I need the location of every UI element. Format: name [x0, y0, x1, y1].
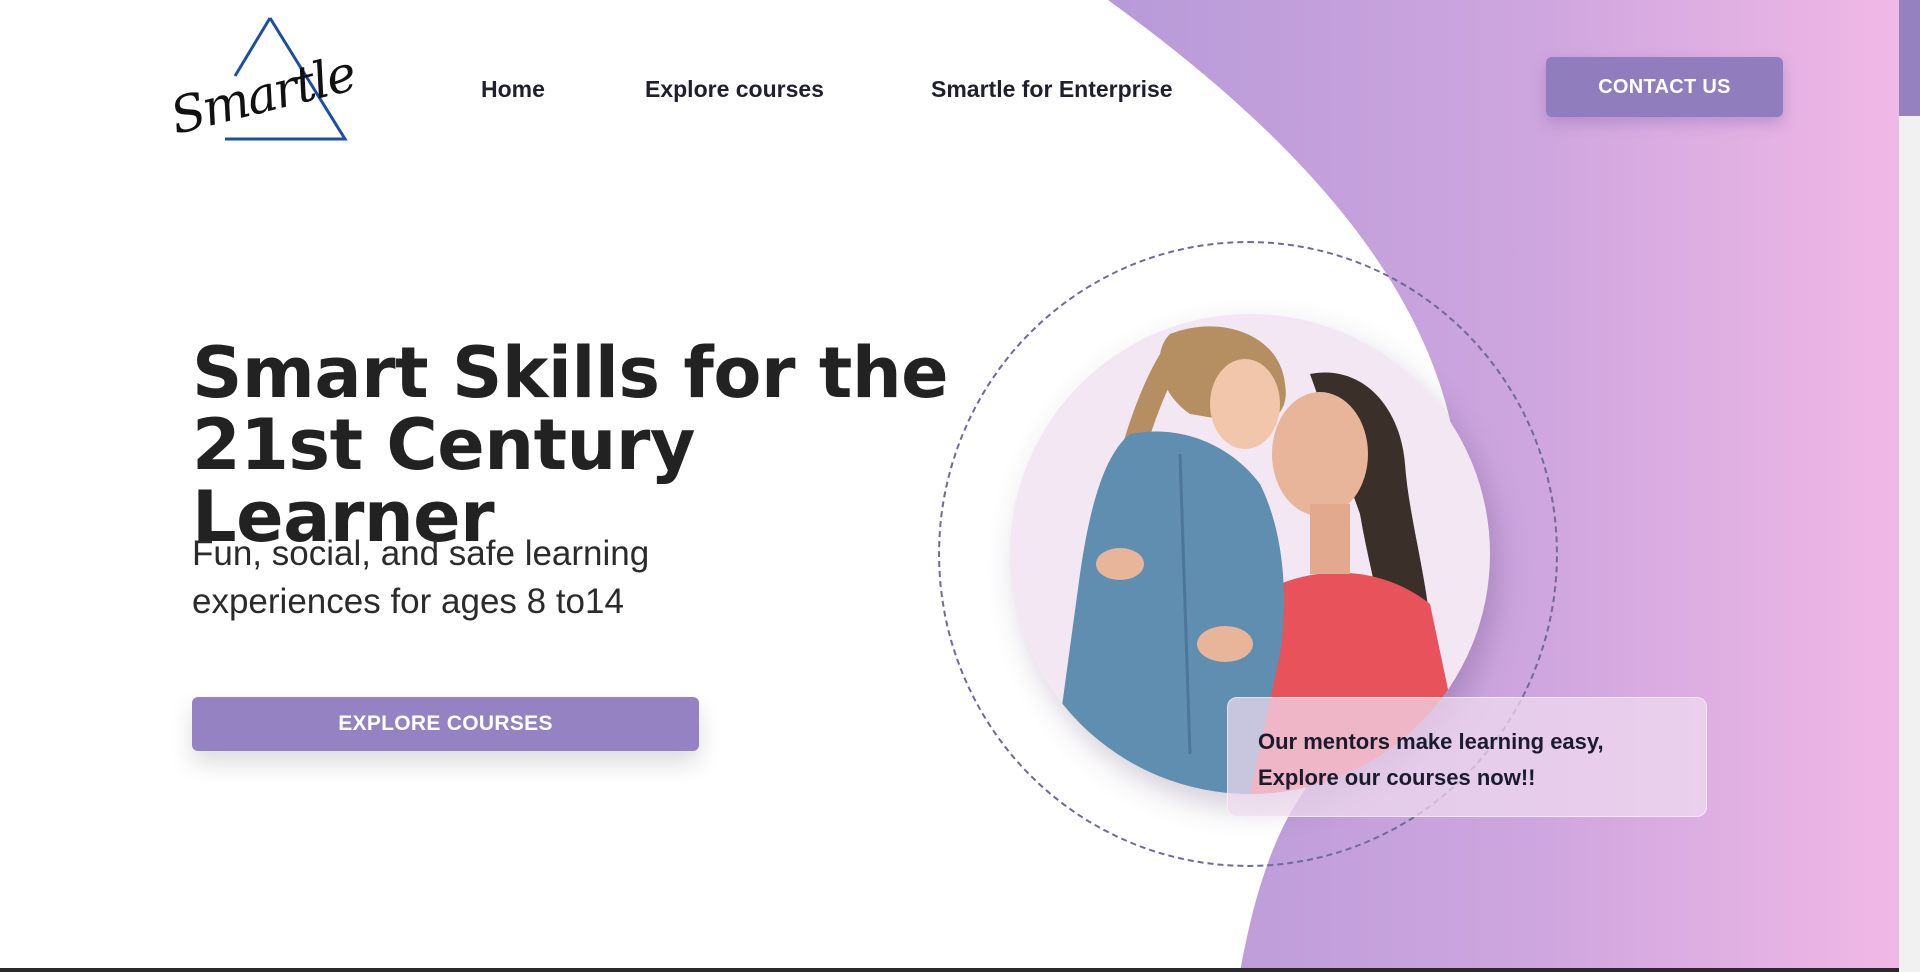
mentor-promo-card: Our mentors make learning easy, Explore …	[1227, 697, 1707, 817]
hero-title: Smart Skills for the 21st Century Learne…	[192, 337, 952, 553]
mentor-card-line-1: Our mentors make learning easy,	[1258, 729, 1604, 754]
hero-subtitle: Fun, social, and safe learning experienc…	[192, 530, 752, 626]
hero-subtitle-line-1: Fun, social, and safe learning	[192, 534, 650, 573]
landing-page: Smartle Home Explore courses Smartle for…	[0, 0, 1920, 972]
nav-enterprise-link[interactable]: Smartle for Enterprise	[931, 76, 1173, 103]
scrollbar-thumb[interactable]	[1899, 0, 1920, 116]
smartle-logo[interactable]: Smartle	[165, 14, 360, 146]
contact-us-button[interactable]: CONTACT US	[1546, 57, 1783, 117]
mentor-card-line-2: Explore our courses now!!	[1258, 765, 1536, 790]
scrollbar-track[interactable]	[1899, 0, 1920, 972]
explore-courses-button[interactable]: EXPLORE COURSES	[192, 697, 699, 751]
nav-explore-courses-link[interactable]: Explore courses	[645, 76, 824, 103]
nav-home-link[interactable]: Home	[481, 76, 545, 103]
hero-title-line-1: Smart Skills for the	[192, 332, 949, 414]
bottom-divider	[0, 968, 1899, 972]
hero-subtitle-line-2: experiences for ages 8 to14	[192, 582, 624, 621]
